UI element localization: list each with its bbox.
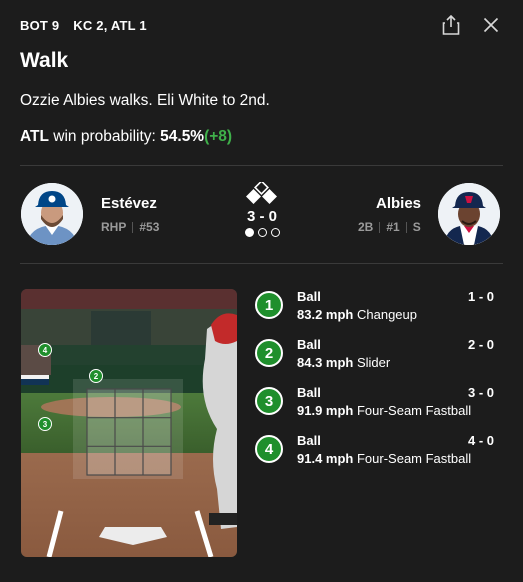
pitch-number-badge: 2 <box>255 339 283 367</box>
score-label: KC 2, ATL 1 <box>73 18 147 33</box>
pitcher-avatar[interactable] <box>21 183 83 245</box>
pitch-speed: 84.3 mph <box>297 355 354 370</box>
pitch-result: Ball <box>297 433 321 448</box>
pitch-detail: 83.2 mph Changeup <box>297 307 417 322</box>
batter-bats: S <box>412 220 421 234</box>
win-prob-team: ATL <box>20 128 49 145</box>
pitch-list-item[interactable]: 2 Ball 2 - 0 84.3 mph Slider <box>254 337 494 381</box>
strike-zone-view[interactable]: 4 2 3 <box>21 289 237 557</box>
pitch-list-item[interactable]: 3 Ball 3 - 0 91.9 mph Four-Seam Fastball <box>254 385 494 429</box>
win-prob-delta: (+8) <box>204 128 233 145</box>
pitch-result: Ball <box>297 289 321 304</box>
pitch-detail: 84.3 mph Slider <box>297 355 390 370</box>
meta-separator <box>379 221 381 233</box>
pitch-result: Ball <box>297 337 321 352</box>
pitch-number-badge: 3 <box>255 387 283 415</box>
inning-label: BOT 9 <box>20 18 60 33</box>
win-probability: ATL win probability: 54.5%(+8) <box>20 128 232 146</box>
pitch-type: Slider <box>356 355 391 370</box>
divider <box>20 263 503 264</box>
batter-position: 2B <box>358 220 374 234</box>
pitch-marker[interactable]: 2 <box>89 369 103 383</box>
meta-separator <box>405 221 407 233</box>
pitcher-meta: RHP #53 <box>101 220 159 234</box>
pitch-marker[interactable]: 3 <box>38 417 52 431</box>
pitch-speed: 91.4 mph <box>297 451 354 466</box>
play-description: Ozzie Albies walks. Eli White to 2nd. <box>20 92 270 109</box>
out-dot <box>257 228 267 237</box>
pitcher-number: #53 <box>139 220 160 234</box>
share-icon[interactable] <box>438 12 464 38</box>
batter-meta: 2B #1 S <box>358 220 421 234</box>
win-prob-label: win probability: <box>53 128 156 145</box>
pitcher-name[interactable]: Estévez <box>101 195 157 212</box>
pitch-list-item[interactable]: 4 Ball 4 - 0 91.4 mph Four-Seam Fastball <box>254 433 494 477</box>
pitch-number-badge: 1 <box>255 291 283 319</box>
batter-number: #1 <box>386 220 400 234</box>
pitch-type: Four-Seam Fastball <box>356 403 472 418</box>
divider <box>20 165 503 166</box>
ball-strike-count: 3 - 0 <box>246 208 277 225</box>
pitcher-hand: RHP <box>101 220 127 234</box>
pitch-count: 4 - 0 <box>467 433 494 448</box>
pitch-type: Four-Seam Fastball <box>356 451 472 466</box>
out-dot <box>244 228 254 237</box>
game-status-bar: BOT 9 KC 2, ATL 1 <box>20 18 147 33</box>
pitch-count: 3 - 0 <box>467 385 494 400</box>
outs-indicator <box>244 228 280 237</box>
pitch-detail: 91.9 mph Four-Seam Fastball <box>297 403 471 418</box>
meta-separator <box>132 221 134 233</box>
close-icon[interactable] <box>478 12 504 38</box>
pitch-marker[interactable]: 4 <box>38 343 52 357</box>
bases-icon <box>246 182 277 204</box>
pitch-count: 2 - 0 <box>467 337 494 352</box>
pitch-result: Ball <box>297 385 321 400</box>
batter-avatar[interactable] <box>438 183 500 245</box>
win-prob-value: 54.5% <box>160 128 205 145</box>
pitch-count: 1 - 0 <box>467 289 494 304</box>
pitch-number-badge: 4 <box>255 435 283 463</box>
count-display: 3 - 0 <box>240 182 284 237</box>
pitch-detail: 91.4 mph Four-Seam Fastball <box>297 451 471 466</box>
batter-name[interactable]: Albies <box>376 195 421 212</box>
pitch-speed: 83.2 mph <box>297 307 354 322</box>
pitch-speed: 91.9 mph <box>297 403 354 418</box>
pitch-type: Changeup <box>356 307 417 322</box>
out-dot <box>270 228 280 237</box>
play-title: Walk <box>20 49 69 72</box>
pitch-list-item[interactable]: 1 Ball 1 - 0 83.2 mph Changeup <box>254 289 494 333</box>
